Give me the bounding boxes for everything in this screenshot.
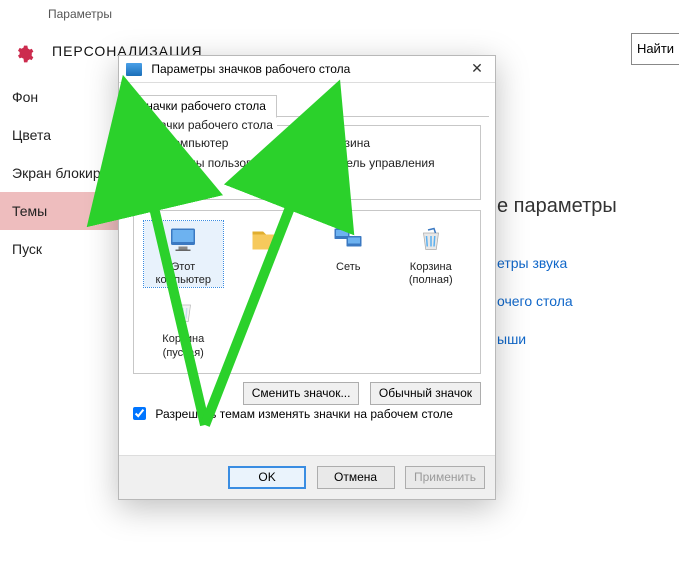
icon-network[interactable]: Сеть (309, 221, 388, 287)
apply-button[interactable]: Применить (405, 466, 485, 489)
cancel-button[interactable]: Отмена (317, 466, 395, 489)
dialog-title: Параметры значков рабочего стола (151, 62, 350, 76)
group-legend: Значки рабочего стола (142, 118, 277, 132)
desktop-icon (126, 63, 142, 76)
checkbox-computer-label: Компьютер (166, 136, 228, 150)
checkbox-recycle-input[interactable] (302, 136, 315, 149)
related-links: етры звука очего стола ыши (497, 255, 573, 369)
ok-button[interactable]: OK (228, 466, 306, 489)
checkbox-network-input[interactable] (144, 176, 157, 189)
close-icon[interactable]: ✕ (465, 60, 489, 78)
right-heading: е параметры (497, 195, 617, 218)
allow-themes-label: Разрешить темам изменять значки на рабоч… (155, 407, 453, 421)
checkbox-recycle[interactable]: Корзина (302, 136, 370, 150)
icon-user-folder[interactable] (227, 221, 306, 287)
icon-preview-panel: Этот компьютер Сеть Корзина (полная) Кор… (133, 210, 481, 374)
default-icon-button[interactable]: Обычный значок (370, 382, 481, 405)
desktop-icons-group: Значки рабочего стола Компьютер Корзина … (133, 125, 481, 200)
checkbox-userfiles[interactable]: Файлы пользователя (144, 156, 284, 170)
change-icon-button[interactable]: Сменить значок... (243, 382, 360, 405)
gear-icon (14, 44, 34, 64)
icon-bin-full-label: Корзина (полная) (409, 261, 453, 286)
icon-button-row: Сменить значок... Обычный значок (133, 382, 481, 405)
checkbox-userfiles-label: Файлы пользователя (166, 156, 283, 170)
tab-desktop-icons[interactable]: Значки рабочего стола (128, 95, 277, 118)
link-desktop[interactable]: очего стола (497, 293, 573, 309)
desktop-icons-dialog: Параметры значков рабочего стола ✕ Значк… (118, 55, 496, 500)
icon-this-pc-label: Этот компьютер (156, 261, 211, 286)
checkbox-network-label: Сеть (166, 176, 193, 190)
checkbox-controlpanel-label: Панель управления (324, 156, 434, 170)
link-sound[interactable]: етры звука (497, 255, 573, 271)
icon-this-pc[interactable]: Этот компьютер (144, 221, 223, 287)
find-button[interactable]: Найти (631, 33, 679, 65)
checkbox-userfiles-input[interactable] (144, 156, 157, 169)
tab-strip: Значки рабочего стола (125, 89, 489, 117)
icon-bin-full[interactable]: Корзина (полная) (392, 221, 471, 287)
checkbox-controlpanel[interactable]: Панель управления (302, 156, 435, 170)
app-title: Параметры (48, 7, 112, 21)
dialog-footer: OK Отмена Применить (119, 455, 495, 499)
checkbox-network[interactable]: Сеть (144, 176, 193, 190)
icon-bin-empty-label: Корзина (пустая) (162, 333, 204, 358)
checkbox-computer[interactable]: Компьютер (144, 136, 228, 150)
allow-themes-checkbox[interactable]: Разрешить темам изменять значки на рабоч… (133, 407, 453, 421)
checkbox-recycle-label: Корзина (324, 136, 370, 150)
checkbox-computer-input[interactable] (144, 136, 157, 149)
icon-bin-empty[interactable]: Корзина (пустая) (144, 293, 223, 359)
link-mouse[interactable]: ыши (497, 331, 573, 347)
checkbox-controlpanel-input[interactable] (302, 156, 315, 169)
allow-themes-input[interactable] (133, 407, 146, 420)
dialog-titlebar: Параметры значков рабочего стола ✕ (119, 56, 495, 83)
icon-network-label: Сеть (336, 261, 360, 273)
